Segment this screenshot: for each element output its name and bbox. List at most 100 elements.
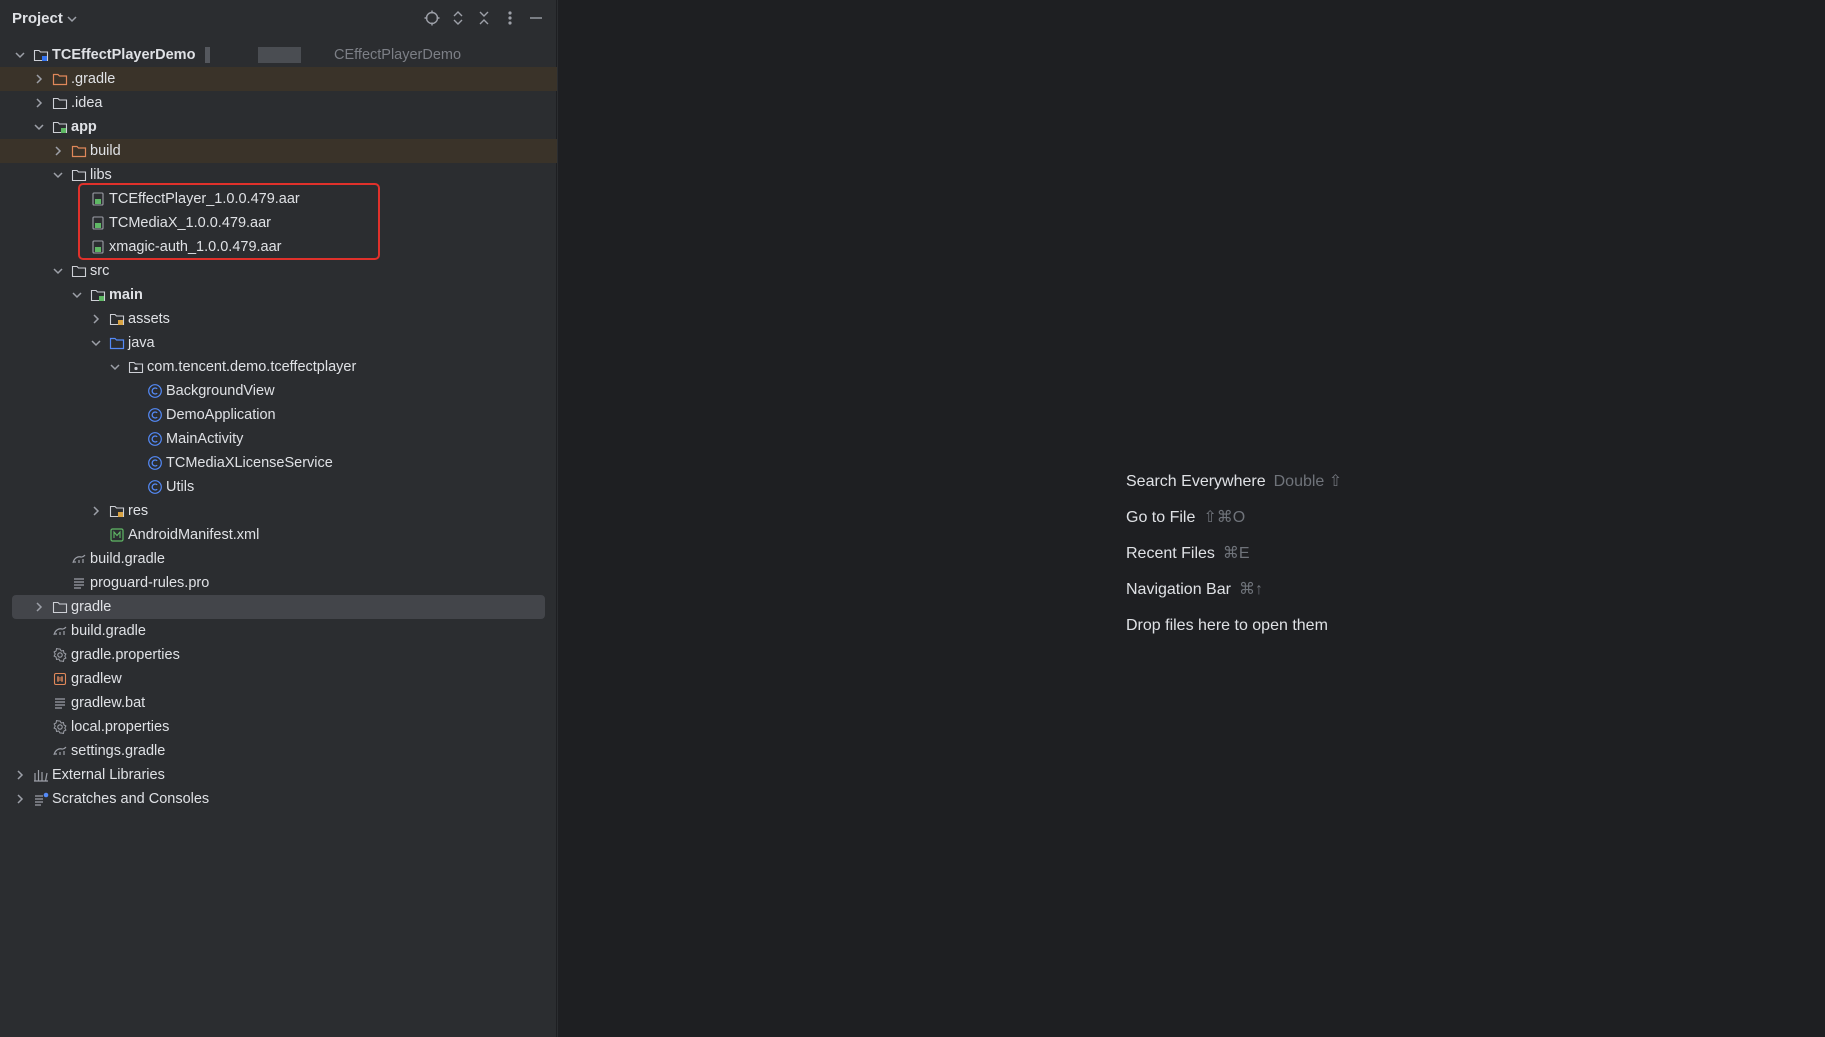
tree-label: Utils [166, 479, 195, 495]
tree-item-main[interactable]: main [0, 283, 557, 307]
tree-label: AndroidManifest.xml [128, 527, 260, 543]
more-options-icon[interactable] [501, 9, 519, 27]
manifest-file-icon [109, 527, 125, 543]
locate-icon[interactable] [423, 9, 441, 27]
tree-item-package[interactable]: com.tencent.demo.tceffectplayer [0, 355, 557, 379]
tree-label: TCMediaXLicenseService [166, 455, 333, 471]
hint-shortcut: ⌘E [1222, 545, 1250, 562]
tree-item-gradle-hidden[interactable]: .gradle [0, 67, 557, 91]
tree-item-build-gradle[interactable]: build.gradle [0, 547, 557, 571]
gradle-file-icon [52, 743, 68, 759]
chevron-down-icon[interactable] [89, 336, 103, 350]
java-class-icon [147, 383, 163, 399]
minimize-icon[interactable] [527, 9, 545, 27]
hint-go-to-file[interactable]: Go to File ⇧⌘O [1126, 505, 1342, 541]
excluded-folder-icon [52, 71, 68, 87]
hint-label: Search Everywhere [1126, 473, 1266, 490]
tree-item-gradle-dir[interactable]: gradle [0, 595, 557, 619]
tree-item-gradlew[interactable]: gradlew [0, 667, 557, 691]
chevron-down-icon[interactable] [13, 48, 27, 62]
tree-label: Scratches and Consoles [52, 791, 210, 807]
tree-item-src[interactable]: src [0, 259, 557, 283]
tree-item-local-properties[interactable]: local.properties [0, 715, 557, 739]
tree-item-settings-gradle[interactable]: settings.gradle [0, 739, 557, 763]
chevron-down-icon[interactable] [108, 360, 122, 374]
tree-label: proguard-rules.pro [90, 575, 210, 591]
chevron-right-icon[interactable] [13, 792, 27, 806]
tree-item-root-build-gradle[interactable]: build.gradle [0, 619, 557, 643]
settings-file-icon [52, 647, 68, 663]
text-file-icon [71, 575, 87, 591]
tree-label: local.properties [71, 719, 170, 735]
java-class-icon [147, 431, 163, 447]
tree-item-gradle-properties[interactable]: gradle.properties [0, 643, 557, 667]
resources-folder-icon [109, 311, 125, 327]
tree-item-java[interactable]: java [0, 331, 557, 355]
hint-recent-files[interactable]: Recent Files ⌘E [1126, 541, 1342, 577]
shell-script-icon [52, 671, 68, 687]
settings-file-icon [52, 719, 68, 735]
tree-item-app[interactable]: app [0, 115, 557, 139]
hint-navigation-bar[interactable]: Navigation Bar ⌘↑ [1126, 577, 1342, 613]
hint-label: Go to File [1126, 509, 1196, 526]
collapse-all-icon[interactable] [475, 9, 493, 27]
tree-item-scratches[interactable]: Scratches and Consoles [0, 787, 557, 811]
tree-item-class[interactable]: Utils [0, 475, 557, 499]
tree-label: assets [128, 311, 170, 327]
tree-label-root: TCEffectPlayerDemo [52, 47, 196, 63]
chevron-right-icon[interactable] [13, 768, 27, 782]
tree-label: .idea [71, 95, 103, 111]
chevron-right-icon[interactable] [32, 600, 46, 614]
tree-item-manifest[interactable]: AndroidManifest.xml [0, 523, 557, 547]
expand-collapse-icon[interactable] [449, 9, 467, 27]
tree-label: main [109, 287, 143, 303]
tree-item-class[interactable]: TCMediaXLicenseService [0, 451, 557, 475]
chevron-right-icon[interactable] [51, 144, 65, 158]
hint-search-everywhere[interactable]: Search Everywhere Double ⇧ [1126, 469, 1342, 505]
java-class-icon [147, 407, 163, 423]
project-tree: TCEffectPlayerDemo CEffectPlayerDemo .gr… [0, 43, 557, 811]
tree-item-root[interactable]: TCEffectPlayerDemo CEffectPlayerDemo [0, 43, 557, 67]
tree-item-build[interactable]: build [0, 139, 557, 163]
hint-label: Recent Files [1126, 545, 1215, 562]
tree-item-class[interactable]: MainActivity [0, 427, 557, 451]
java-class-icon [147, 455, 163, 471]
chevron-down-icon[interactable] [32, 120, 46, 134]
chevron-down-icon[interactable] [70, 288, 84, 302]
gradle-file-icon [52, 623, 68, 639]
java-class-icon [147, 479, 163, 495]
chevron-down-icon[interactable] [51, 168, 65, 182]
editor-hints: Search Everywhere Double ⇧ Go to File ⇧⌘O … [1126, 469, 1342, 649]
project-panel-title[interactable]: Project [12, 10, 63, 27]
chevron-down-icon[interactable] [51, 264, 65, 278]
tree-label: gradle.properties [71, 647, 180, 663]
ide-window: Project TCEffectPlayerDemo CEffectPlayer… [0, 0, 1825, 1037]
tree-item-gradlew-bat[interactable]: gradlew.bat [0, 691, 557, 715]
hint-shortcut: ⌘↑ [1238, 581, 1263, 598]
tree-item-external-libraries[interactable]: External Libraries [0, 763, 557, 787]
source-folder-icon [109, 335, 125, 351]
tree-item-class[interactable]: BackgroundView [0, 379, 557, 403]
excluded-folder-icon [71, 143, 87, 159]
redacted-block [258, 47, 301, 63]
folder-icon [71, 263, 87, 279]
tree-label: gradlew.bat [71, 695, 146, 711]
folder-icon [52, 599, 68, 615]
tree-item-proguard[interactable]: proguard-rules.pro [0, 571, 557, 595]
annotation-highlight-box [78, 183, 380, 260]
chevron-right-icon[interactable] [89, 504, 103, 518]
tree-item-assets[interactable]: assets [0, 307, 557, 331]
chevron-right-icon[interactable] [89, 312, 103, 326]
tree-label: gradlew [71, 671, 122, 687]
tree-label: src [90, 263, 110, 279]
chevron-down-icon[interactable] [65, 12, 79, 26]
chevron-right-icon[interactable] [32, 96, 46, 110]
tree-label: BackgroundView [166, 383, 275, 399]
tree-label: DemoApplication [166, 407, 276, 423]
chevron-right-icon[interactable] [32, 72, 46, 86]
tree-item-idea[interactable]: .idea [0, 91, 557, 115]
tree-item-res[interactable]: res [0, 499, 557, 523]
tree-label: gradle [71, 599, 112, 615]
tree-label: build.gradle [71, 623, 146, 639]
tree-item-class[interactable]: DemoApplication [0, 403, 557, 427]
